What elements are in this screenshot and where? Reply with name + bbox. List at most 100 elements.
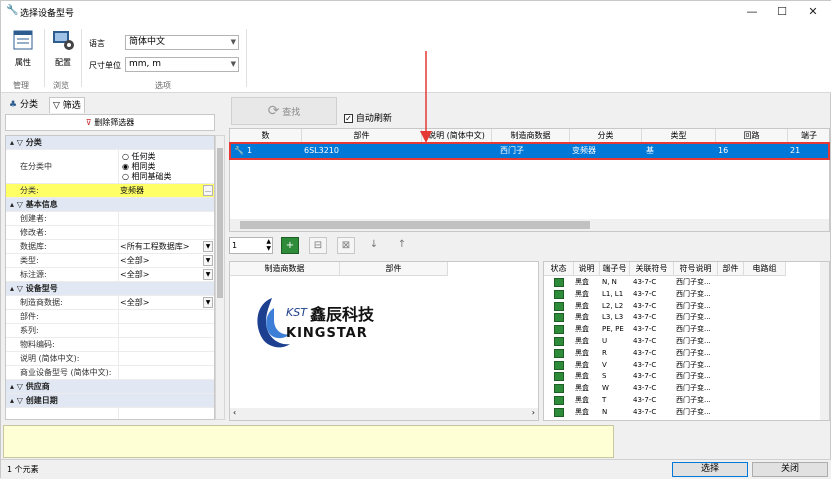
property-row[interactable]: 部件: (6, 310, 214, 324)
col-header-related-symbol[interactable]: 关联符号 (630, 262, 674, 276)
quantity-stepper[interactable]: 1 ▲ ▼ (229, 237, 273, 254)
cell: 黑盒 (575, 289, 589, 298)
vertical-scrollbar[interactable] (820, 262, 829, 420)
property-row[interactable]: 分类: 变频器… (6, 184, 214, 198)
col-header-number[interactable]: 数 (230, 129, 302, 143)
property-row[interactable]: 商业设备型号 (简体中文): (6, 366, 214, 380)
col-header-type[interactable]: 类型 (642, 129, 716, 143)
find-button[interactable]: ⟳ 查找 (231, 97, 337, 125)
tab-classify[interactable]: ♣ 分类 (9, 97, 38, 113)
connection-status-icon (554, 348, 564, 358)
table-row[interactable]: 黑盒 S 43-7-C 西门子变... (544, 371, 820, 383)
category-header[interactable]: ▴ ▽ 分类 (6, 136, 214, 150)
category-header[interactable]: ▴ ▽ 供应商 (6, 380, 214, 394)
cell: 43-7-C (633, 348, 657, 357)
browse-button[interactable]: … (203, 185, 213, 196)
col-header-part[interactable]: 部件 (718, 262, 744, 276)
remove-button[interactable]: ⊟ (309, 237, 327, 254)
property-row[interactable]: 在分类中 ○ 任何类 ◉ 相同类 ○ 相同基础类 (6, 150, 214, 184)
move-down-button[interactable]: ↓ (365, 237, 383, 254)
col-header-status[interactable]: 状态 (544, 262, 574, 276)
horizontal-scrollbar[interactable]: ‹ › (230, 408, 538, 420)
table-row[interactable]: 黑盒 L1, L1 43-7-C 西门子变... (544, 289, 820, 301)
table-row[interactable]: 黑盒 PE, PE 43-7-C 西门子变... (544, 324, 820, 336)
cell: 黑盒 (575, 407, 589, 416)
table-row[interactable]: 黑盒 N, N 43-7-C 西门子变... (544, 277, 820, 289)
radio-any[interactable]: ○ 任何类 (122, 152, 156, 162)
horizontal-scrollbar[interactable] (230, 219, 829, 231)
scroll-thumb[interactable] (240, 221, 590, 229)
property-row[interactable]: 创建者: (6, 212, 214, 226)
col-header-manufacturer[interactable]: 制造商数据 (230, 262, 340, 276)
close-button[interactable]: 关闭 (752, 462, 828, 477)
delete-button[interactable]: ⊠ (337, 237, 355, 254)
property-label: 部件: (20, 312, 39, 321)
col-header-circuit-group[interactable]: 电路组 (744, 262, 786, 276)
unit-select[interactable]: mm, m ▼ (125, 57, 239, 72)
property-label: 系列: (20, 326, 39, 335)
scroll-thumb[interactable] (217, 148, 223, 298)
col-header-category[interactable]: 分类 (570, 129, 642, 143)
connection-status-icon (554, 384, 564, 394)
property-row[interactable]: 标注源: <全部> ▼ (6, 268, 214, 282)
chevron-left-icon[interactable]: ‹ (233, 408, 236, 417)
col-header-circuit[interactable]: 回路 (716, 129, 788, 143)
col-header-part[interactable]: 部件 (302, 129, 422, 143)
chevron-down-icon[interactable]: ▼ (203, 269, 213, 280)
col-header-description[interactable]: 说明 (574, 262, 600, 276)
chevron-down-icon[interactable]: ▼ (203, 241, 213, 252)
connections-table: 状态 说明 端子号 关联符号 符号说明 部件 电路组 黑盒 N, N 43-7-C 西… (543, 261, 830, 421)
table-row[interactable]: 黑盒 L3, L3 43-7-C 西门子变... (544, 312, 820, 324)
minimize-button[interactable]: — (737, 1, 767, 23)
property-row[interactable]: 物料编码: (6, 338, 214, 352)
chevron-down-icon[interactable]: ▼ (203, 255, 213, 266)
col-header-symbol-desc[interactable]: 符号说明 (674, 262, 718, 276)
radio-base[interactable]: ○ 相同基础类 (122, 172, 172, 182)
cell: N, N (602, 278, 617, 286)
col-header-manufacturer[interactable]: 制造商数据 (492, 129, 570, 143)
property-row[interactable]: 数据库: <所有工程数据库> ▼ (6, 240, 214, 254)
category-header[interactable]: ▴ ▽ 设备型号 (6, 282, 214, 296)
title-bar: 🔧 选择设备型号 — ☐ ✕ (1, 1, 831, 23)
table-row[interactable]: 黑盒 N 43-7-C 西门子变... (544, 407, 820, 419)
maximize-button[interactable]: ☐ (767, 1, 797, 23)
refresh-icon: ⟳ (267, 103, 280, 119)
property-row[interactable]: 说明 (简体中文): (6, 352, 214, 366)
spin-icon[interactable]: ▲ ▼ (266, 238, 271, 252)
chevron-down-icon[interactable]: ▼ (203, 297, 213, 308)
cell: PE, PE (602, 325, 624, 334)
category-header[interactable]: ▴ ▽ 基本信息 (6, 198, 214, 212)
table-row[interactable]: 黑盒 U 43-7-C 西门子变... (544, 336, 820, 348)
col-header-terminal[interactable]: 端子 (788, 129, 829, 143)
wrench-icon: 🔧 (6, 5, 19, 16)
property-row[interactable]: 制造商数据: <全部> ▼ (6, 296, 214, 310)
category-header[interactable]: ▴ ▽ 创建日期 (6, 394, 214, 408)
property-row[interactable]: 系列: (6, 324, 214, 338)
radio-same[interactable]: ◉ 相同类 (122, 162, 156, 172)
config-button[interactable]: 配置 (49, 29, 77, 68)
table-row[interactable]: 黑盒 L2, L2 43-7-C 西门子变... (544, 301, 820, 313)
cell: 西门子变... (676, 407, 711, 416)
auto-refresh-checkbox[interactable]: ✓ 自动刷新 (344, 111, 392, 124)
move-up-button[interactable]: ↑ (393, 237, 411, 254)
col-header-terminal-no[interactable]: 端子号 (600, 262, 630, 276)
add-button[interactable]: + (281, 237, 299, 254)
property-row[interactable]: 修改者: (6, 226, 214, 240)
table-row[interactable]: 黑盒 W 43-7-C 西门子变... (544, 383, 820, 395)
table-row[interactable]: 黑盒 V 43-7-C 西门子变... (544, 360, 820, 372)
table-row[interactable]: 黑盒 R 43-7-C 西门子变... (544, 348, 820, 360)
close-window-button[interactable]: ✕ (798, 1, 828, 23)
properties-button[interactable]: 属性 (9, 29, 37, 68)
col-header-part[interactable]: 部件 (340, 262, 448, 276)
property-row[interactable]: 类型: <全部> ▼ (6, 254, 214, 268)
select-button[interactable]: 选择 (672, 462, 748, 477)
cell: 黑盒 (575, 313, 589, 322)
cell: 43-7-C (633, 396, 657, 404)
language-select[interactable]: 简体中文 ▼ (125, 35, 239, 50)
table-row[interactable]: 黑盒 T 43-7-C 西门子变... (544, 395, 820, 407)
left-scrollbar[interactable] (215, 135, 225, 420)
property-label: 制造商数据: (20, 298, 63, 307)
delete-filter-button[interactable]: ⊽ 删除筛选器 (5, 114, 215, 131)
chevron-right-icon[interactable]: › (532, 408, 535, 417)
tab-filter[interactable]: ▽ 筛选 (49, 97, 85, 113)
